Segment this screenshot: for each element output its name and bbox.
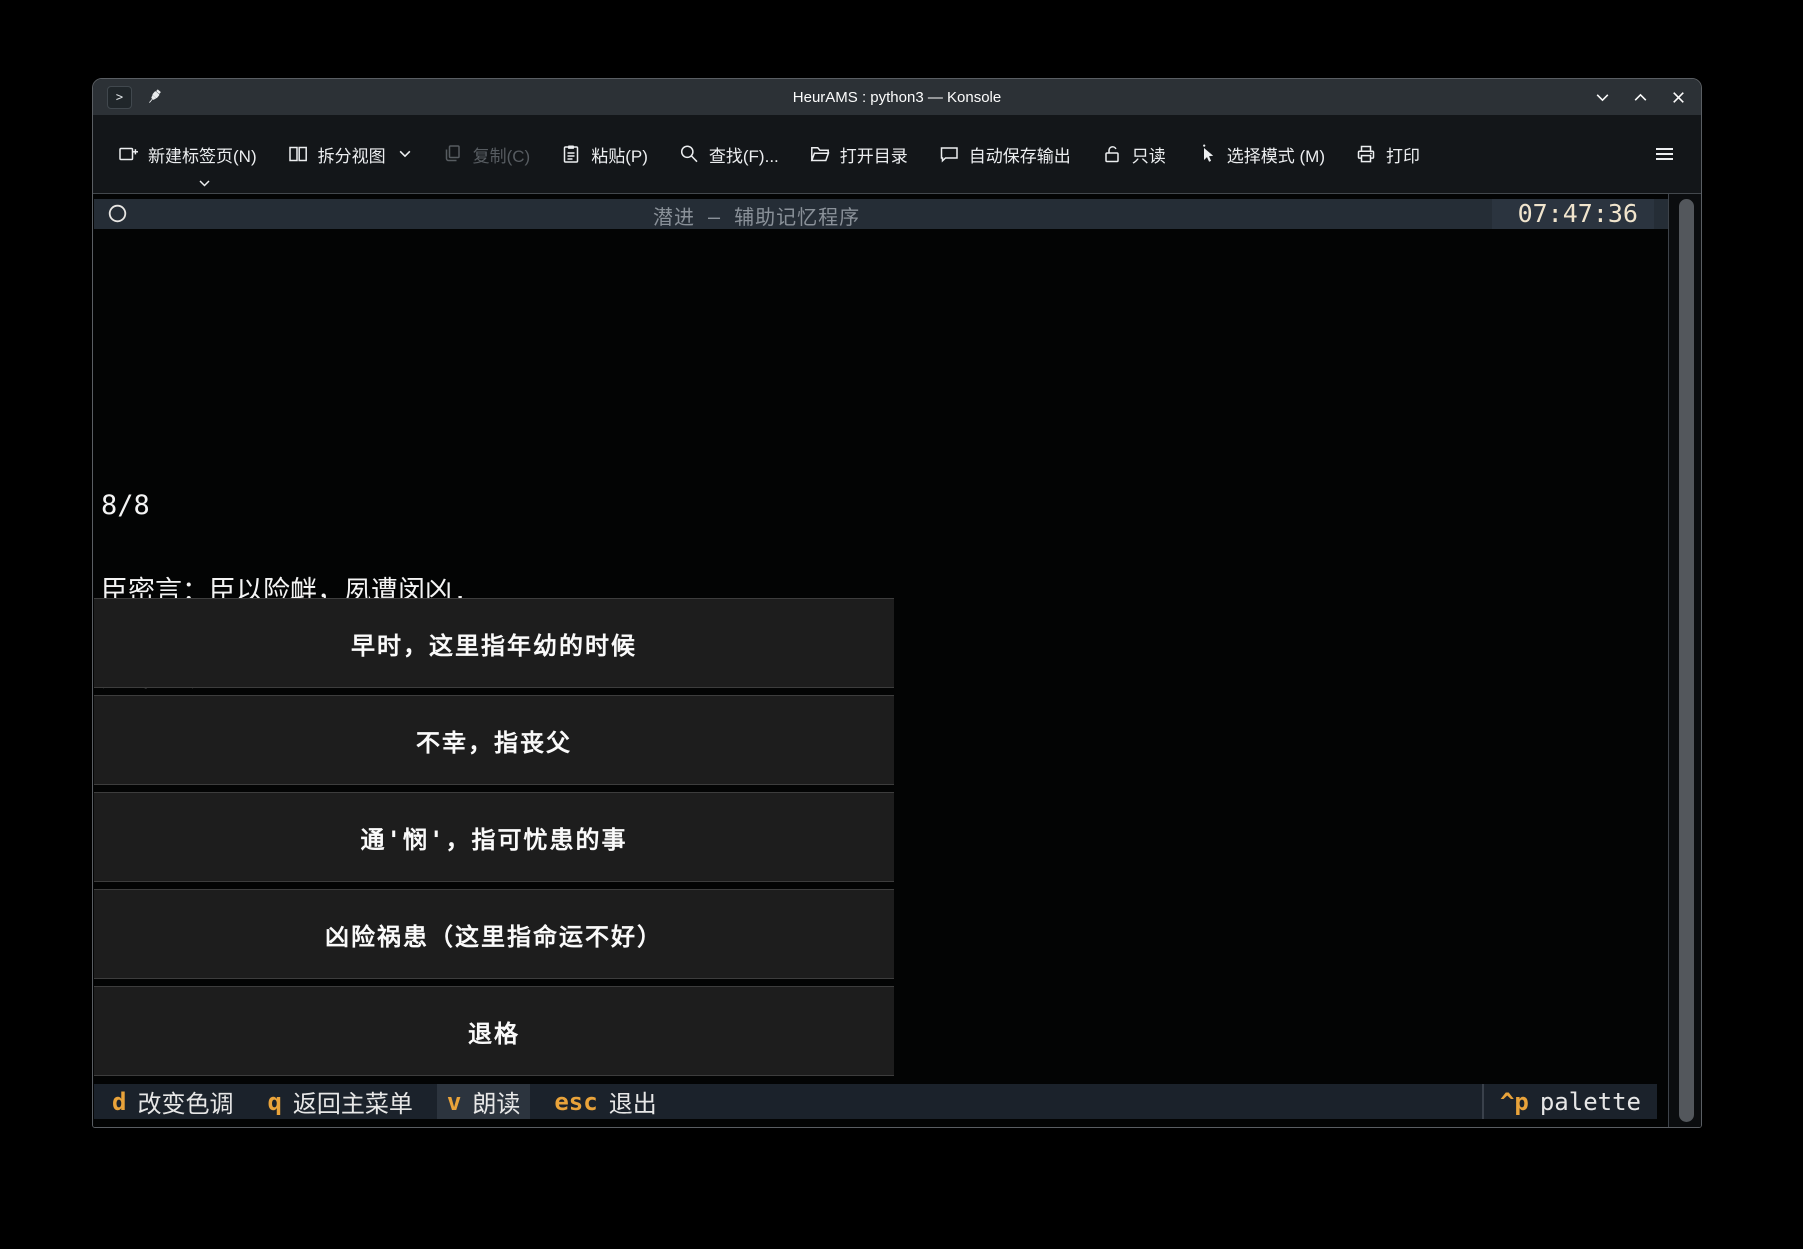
paste-button[interactable]: 粘贴(P) [560,142,648,167]
copy-label: 复制(C) [473,142,531,167]
shortcut-change-hue[interactable]: d 改变色调 [102,1084,243,1119]
hamburger-icon [1652,143,1677,165]
backspace-option-button[interactable]: 退格 [94,986,894,1076]
close-button[interactable] [1670,89,1687,106]
shortcut-label: 退出 [609,1084,657,1119]
menu-option-label: 早时，这里指年幼的时候 [351,626,637,661]
autosave-output-button[interactable]: 自动保存输出 [938,142,1071,167]
chevron-down-icon [398,149,412,159]
progress-counter: 8/8 [101,492,468,521]
shortcut-key: ^p [1500,1088,1529,1116]
menu-option-button[interactable]: 早时，这里指年幼的时候 [94,598,894,688]
new-tab-icon [117,143,139,165]
shortcut-exit[interactable]: esc 退出 [544,1084,666,1119]
printer-icon [1355,143,1377,165]
split-view-icon [287,143,309,165]
menu-option-button[interactable]: 凶险祸患（这里指命运不好） [94,889,894,979]
titlebar: > HeurAMS : python3 — Konsole [93,79,1701,115]
shortcut-label: 朗读 [472,1084,520,1119]
toolbar: 新建标签页(N) 拆分视图 复制(C) 粘贴(P) [93,115,1701,193]
open-folder-icon [809,143,831,165]
status-bar: d 改变色调 q 返回主菜单 v 朗读 esc 退出 ^p palette [94,1084,1657,1119]
select-mode-label: 选择模式 (M) [1227,142,1325,167]
shortcut-label: 改变色调 [137,1084,233,1119]
app-header-bar: 潜进 – 辅助记忆程序 07:47:36 [94,199,1668,229]
search-icon [678,143,700,165]
split-view-label: 拆分视图 [318,142,386,167]
chevron-down-icon [198,179,211,188]
menu-option-button[interactable]: 通'悯'，指可忧患的事 [94,792,894,882]
konsole-app-icon[interactable]: > [107,86,132,109]
menu-option-label: 凶险祸患（这里指命运不好） [325,917,663,952]
window-controls [1594,89,1687,106]
autosave-output-label: 自动保存输出 [969,142,1071,167]
app-title: 潜进 – 辅助记忆程序 [653,201,860,230]
shortcut-main-menu[interactable]: q 返回主菜单 [257,1084,422,1119]
terminal-prompt-glyph: > [116,90,123,104]
print-label: 打印 [1386,142,1420,167]
options-menu: 早时，这里指年幼的时候 不幸，指丧父 通'悯'，指可忧患的事 凶险祸患（这里指命… [94,598,894,1083]
shortcut-key: v [447,1088,461,1116]
save-output-icon [938,143,960,165]
maximize-button[interactable] [1632,89,1649,106]
read-only-button[interactable]: 只读 [1101,142,1166,167]
status-circle-icon [108,204,127,223]
paste-icon [560,143,582,165]
shortcut-key: d [112,1088,126,1116]
open-directory-button[interactable]: 打开目录 [809,142,908,167]
scrollbar-thumb[interactable] [1679,199,1694,1122]
window-title: HeurAMS : python3 — Konsole [93,89,1701,106]
menu-option-label: 不幸，指丧父 [416,723,572,758]
find-button[interactable]: 查找(F)... [678,142,779,167]
select-mode-button[interactable]: 选择模式 (M) [1196,142,1325,167]
paste-label: 粘贴(P) [591,142,648,167]
new-tab-label: 新建标签页(N) [148,142,257,167]
terminal-view[interactable]: 潜进 – 辅助记忆程序 07:47:36 8/8 臣密言：臣以险衅，夙遭闵凶. … [93,193,1701,1127]
shortcut-read-aloud[interactable]: v 朗读 [437,1084,530,1119]
pin-icon[interactable] [144,87,164,107]
menu-option-label: 通'悯'，指可忧患的事 [361,820,628,855]
read-only-label: 只读 [1132,142,1166,167]
menu-option-button[interactable]: 不幸，指丧父 [94,695,894,785]
shortcut-palette[interactable]: ^p palette [1484,1084,1657,1119]
shortcut-label: palette [1540,1088,1641,1116]
open-directory-label: 打开目录 [840,142,908,167]
lock-open-icon [1101,143,1123,165]
shortcut-key: q [267,1088,281,1116]
new-tab-button[interactable]: 新建标签页(N) [117,142,257,167]
copy-button: 复制(C) [442,142,531,167]
konsole-window: > HeurAMS : python3 — Konsole [92,78,1702,1128]
scrollbar[interactable] [1668,194,1701,1127]
find-label: 查找(F)... [709,142,779,167]
minimize-button[interactable] [1594,89,1611,106]
shortcut-label: 返回主菜单 [293,1084,413,1119]
select-mode-icon [1196,143,1218,165]
clock: 07:47:36 [1492,199,1654,229]
copy-icon [442,143,464,165]
shortcut-key: esc [554,1088,597,1116]
split-view-button[interactable]: 拆分视图 [287,142,412,167]
menu-option-label: 退格 [468,1014,520,1049]
print-button[interactable]: 打印 [1355,142,1420,167]
hamburger-menu-button[interactable] [1652,143,1677,165]
